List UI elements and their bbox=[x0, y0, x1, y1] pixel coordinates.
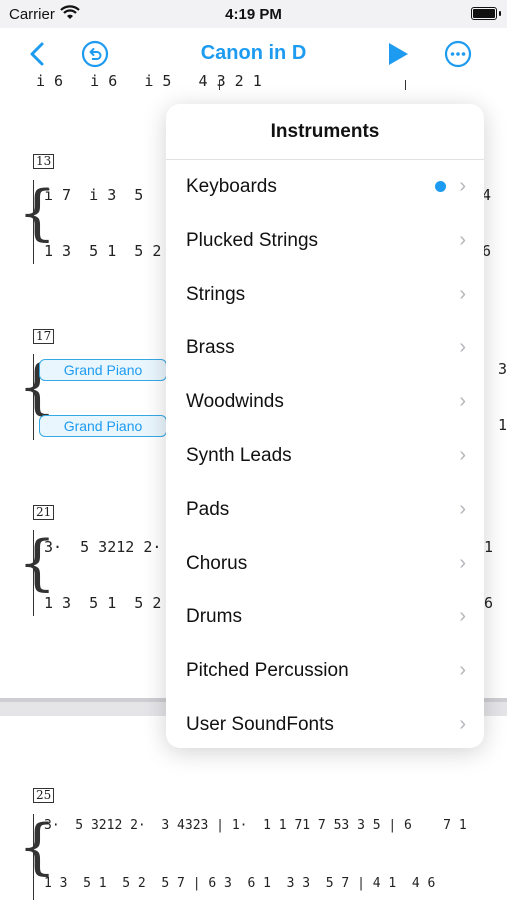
menu-item-label: Drums bbox=[186, 606, 242, 628]
chevron-right-icon: › bbox=[459, 712, 466, 735]
menu-item-label: Brass bbox=[186, 337, 235, 359]
chevron-right-icon: › bbox=[459, 282, 466, 305]
barline bbox=[219, 80, 220, 90]
menu-item-chorus[interactable]: Chorus › bbox=[166, 537, 484, 591]
chevron-right-icon: › bbox=[459, 336, 466, 359]
score-row-top: i 6 i 6 i 5 4 3 2 1 bbox=[36, 72, 262, 90]
status-time: 4:19 PM bbox=[225, 6, 282, 23]
score-notes: 1 3 5 1 5 2 bbox=[44, 242, 162, 260]
chevron-right-icon: › bbox=[459, 551, 466, 574]
measure-number: 17 bbox=[33, 329, 55, 344]
chevron-right-icon: › bbox=[459, 497, 466, 520]
score-notes: 3· 5 3212 2· 3 4323 | 1· 1 1 71 7 53 3 5… bbox=[44, 818, 467, 833]
menu-item-user-soundfonts[interactable]: User SoundFonts › bbox=[166, 698, 484, 748]
barline bbox=[33, 530, 34, 616]
menu-item-brass[interactable]: Brass › bbox=[166, 321, 484, 375]
menu-item-plucked-strings[interactable]: Plucked Strings › bbox=[166, 214, 484, 268]
menu-item-woodwinds[interactable]: Woodwinds › bbox=[166, 375, 484, 429]
battery-icon bbox=[471, 7, 501, 20]
score-notes: 1 3 5 1 5 2 bbox=[44, 594, 162, 612]
chevron-right-icon: › bbox=[459, 443, 466, 466]
measure-number: 21 bbox=[33, 505, 55, 520]
barline bbox=[33, 354, 34, 440]
chevron-right-icon: › bbox=[459, 228, 466, 251]
menu-item-drums[interactable]: Drums › bbox=[166, 590, 484, 644]
more-options-icon[interactable] bbox=[442, 38, 474, 70]
barline bbox=[405, 80, 406, 90]
page-title: Canon in D bbox=[200, 42, 307, 64]
menu-item-label: Keyboards bbox=[186, 176, 277, 197]
measure-number: 25 bbox=[33, 788, 55, 803]
measure-number: 13 bbox=[33, 154, 55, 169]
menu-item-pads[interactable]: Pads › bbox=[166, 483, 484, 537]
score-notes: 1 bbox=[498, 416, 507, 434]
barline bbox=[33, 180, 34, 264]
menu-item-label: Woodwinds bbox=[186, 391, 284, 413]
track-label[interactable]: Grand Piano bbox=[39, 359, 167, 381]
score-notes: i 7 i 3 5 bbox=[44, 186, 144, 204]
status-bar: Carrier 4:19 PM bbox=[0, 0, 507, 28]
score-notes: 1 3 5 1 5 2 5 7 | 6 3 6 1 3 3 5 7 | 4 1 … bbox=[44, 876, 436, 891]
menu-item-pitched-percussion[interactable]: Pitched Percussion › bbox=[166, 644, 484, 698]
menu-item-label: User SoundFonts bbox=[186, 713, 334, 735]
menu-item-strings[interactable]: Strings › bbox=[166, 268, 484, 322]
score-notes: 3· 5 3212 2· bbox=[44, 538, 162, 556]
menu-item-label: Synth Leads bbox=[186, 444, 292, 466]
chevron-right-icon: › bbox=[459, 659, 466, 682]
menu-item-synth-leads[interactable]: Synth Leads › bbox=[166, 429, 484, 483]
instruments-menu: Instruments Keyboards › Plucked Strings › St… bbox=[166, 104, 484, 748]
chevron-right-icon: › bbox=[459, 175, 466, 197]
selected-indicator-icon bbox=[435, 181, 446, 192]
menu-item-label: Pads bbox=[186, 498, 230, 520]
play-icon[interactable] bbox=[382, 38, 414, 70]
score-notes: 3 bbox=[498, 360, 507, 378]
score-notes: 1 bbox=[484, 538, 494, 556]
menu-item-label: Strings bbox=[186, 283, 246, 305]
barline bbox=[33, 814, 34, 900]
menu-item-label: Plucked Strings bbox=[186, 229, 319, 251]
chevron-right-icon: › bbox=[459, 390, 466, 413]
menu-item-label: Chorus bbox=[186, 552, 248, 574]
score-notes: 6 bbox=[484, 594, 494, 612]
chevron-right-icon: › bbox=[459, 605, 466, 628]
menu-title: Instruments bbox=[166, 104, 484, 160]
menu-item-keyboards[interactable]: Keyboards › bbox=[166, 160, 484, 214]
menu-item-label: Pitched Percussion bbox=[186, 660, 349, 682]
track-label[interactable]: Grand Piano bbox=[39, 415, 167, 437]
